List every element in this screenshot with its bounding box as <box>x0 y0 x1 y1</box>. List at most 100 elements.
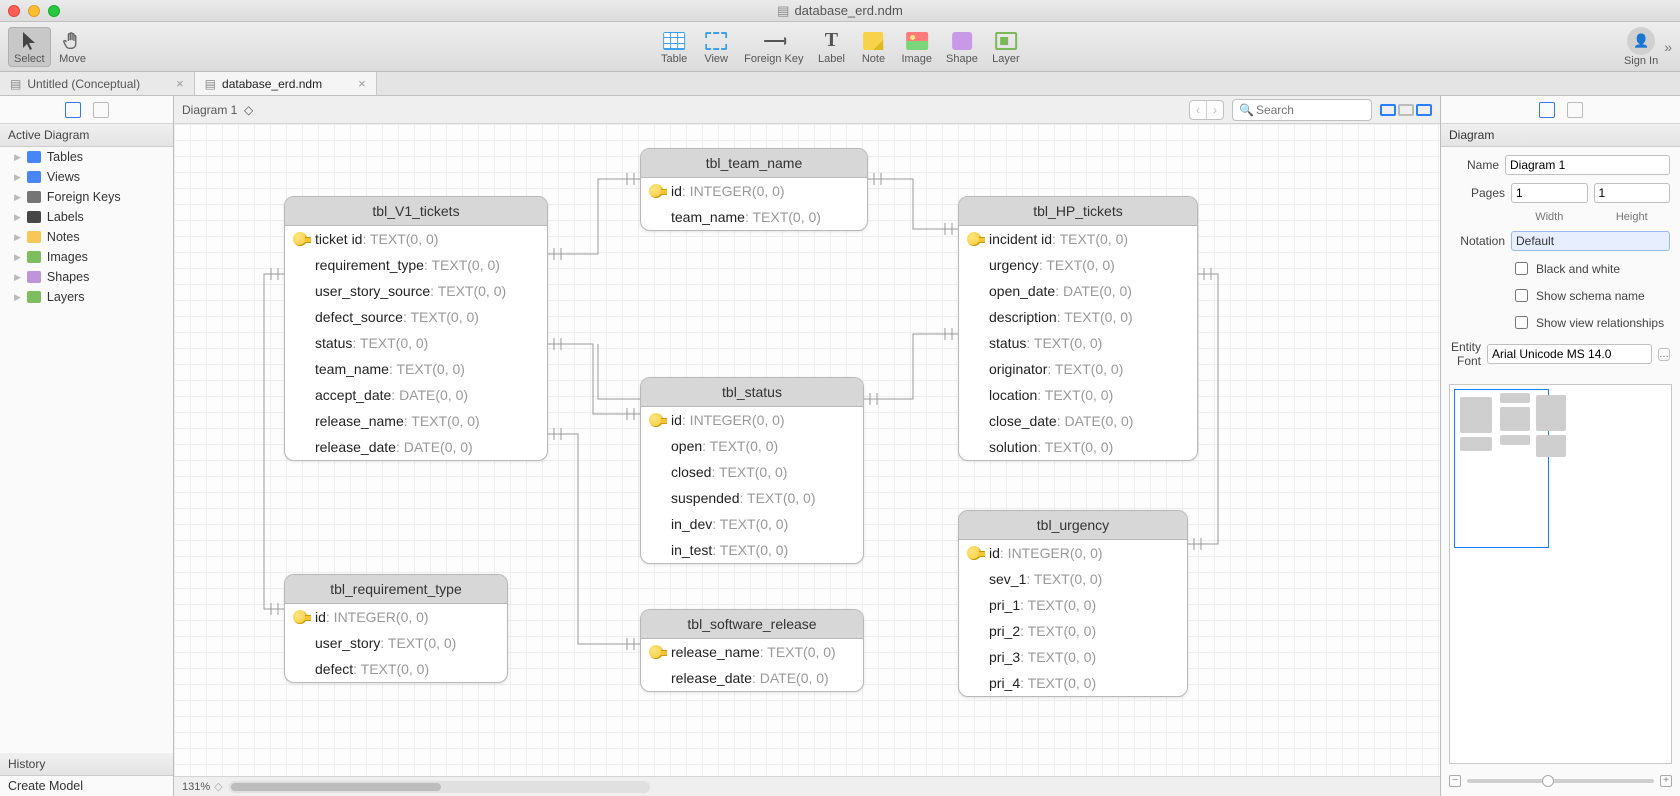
canvas-h-scrollbar[interactable] <box>229 781 650 793</box>
entity-header[interactable]: tbl_team_name <box>641 149 867 178</box>
entity-field[interactable]: closed: TEXT(0, 0) <box>641 459 863 485</box>
entity-header[interactable]: tbl_HP_tickets <box>959 197 1197 226</box>
entity-field[interactable]: release_date: DATE(0, 0) <box>641 665 863 691</box>
entity-field[interactable]: status: TEXT(0, 0) <box>959 330 1197 356</box>
sidebar-item-labels[interactable]: ▶Labels <box>0 207 173 227</box>
inspector-font-input[interactable] <box>1487 344 1652 364</box>
entity-tbl_urgency[interactable]: tbl_urgencyid: INTEGER(0, 0)sev_1: TEXT(… <box>958 510 1188 697</box>
entity-header[interactable]: tbl_software_release <box>641 610 863 639</box>
entity-field[interactable]: status: TEXT(0, 0) <box>285 330 547 356</box>
entity-field[interactable]: release_name: TEXT(0, 0) <box>285 408 547 434</box>
entity-field[interactable]: pri_4: TEXT(0, 0) <box>959 670 1187 696</box>
entity-header[interactable]: tbl_V1_tickets <box>285 197 547 226</box>
entity-field[interactable]: close_date: DATE(0, 0) <box>959 408 1197 434</box>
minimap-zoom-slider[interactable] <box>1467 779 1654 783</box>
minimap-zoom-in-button[interactable]: + <box>1660 775 1672 787</box>
tool-view[interactable]: View <box>696 27 736 67</box>
entity-field[interactable]: id: INTEGER(0, 0) <box>959 540 1187 566</box>
entity-field[interactable]: id: INTEGER(0, 0) <box>285 604 507 630</box>
inspector-pagewidth-input[interactable] <box>1511 183 1588 203</box>
doc-tab[interactable]: ▤database_erd.ndm× <box>195 72 377 95</box>
entity-field[interactable]: pri_3: TEXT(0, 0) <box>959 644 1187 670</box>
entity-field[interactable]: sev_1: TEXT(0, 0) <box>959 566 1187 592</box>
minimap-zoom-out-button[interactable]: − <box>1449 775 1461 787</box>
inspector-font-more-button[interactable]: … <box>1658 348 1670 361</box>
close-tab-icon[interactable]: × <box>358 76 366 91</box>
sidebar-item-views[interactable]: ▶Views <box>0 167 173 187</box>
diagram-canvas[interactable]: tbl_V1_ticketsticket id: TEXT(0, 0)requi… <box>174 124 1440 776</box>
tool-label[interactable]: TLabel <box>811 27 851 67</box>
entity-tbl_status[interactable]: tbl_statusid: INTEGER(0, 0)open: TEXT(0,… <box>640 377 864 564</box>
entity-field[interactable]: in_dev: TEXT(0, 0) <box>641 511 863 537</box>
entity-field[interactable]: requirement_type: TEXT(0, 0) <box>285 252 547 278</box>
sidebar-item-images[interactable]: ▶Images <box>0 247 173 267</box>
search-input[interactable] <box>1254 102 1365 118</box>
diagram-selector[interactable]: Diagram 1 ◇ <box>182 103 253 117</box>
entity-field[interactable]: open_date: DATE(0, 0) <box>959 278 1197 304</box>
entity-field[interactable]: pri_1: TEXT(0, 0) <box>959 592 1187 618</box>
inspector-blackwhite-checkbox[interactable]: Black and white <box>1451 259 1670 278</box>
tool-note[interactable]: Note <box>853 27 893 67</box>
sidebar-mode-diagram-icon[interactable] <box>65 102 81 118</box>
entity-header[interactable]: tbl_urgency <box>959 511 1187 540</box>
entity-field[interactable]: in_test: TEXT(0, 0) <box>641 537 863 563</box>
tool-select[interactable]: Select <box>8 27 51 67</box>
entity-field[interactable]: team_name: TEXT(0, 0) <box>641 204 867 230</box>
inspector-mode-properties-icon[interactable] <box>1539 102 1555 118</box>
inspector-pageheight-input[interactable] <box>1594 183 1671 203</box>
entity-header[interactable]: tbl_requirement_type <box>285 575 507 604</box>
entity-field[interactable]: team_name: TEXT(0, 0) <box>285 356 547 382</box>
user-avatar-icon[interactable]: 👤 <box>1627 27 1655 55</box>
entity-tbl_V1_tickets[interactable]: tbl_V1_ticketsticket id: TEXT(0, 0)requi… <box>284 196 548 461</box>
entity-field[interactable]: release_name: TEXT(0, 0) <box>641 639 863 665</box>
toggle-left-pane-icon[interactable] <box>1380 104 1396 116</box>
sidebar-item-shapes[interactable]: ▶Shapes <box>0 267 173 287</box>
entity-field[interactable]: location: TEXT(0, 0) <box>959 382 1197 408</box>
toggle-right-pane-icon[interactable] <box>1416 104 1432 116</box>
entity-field[interactable]: defect_source: TEXT(0, 0) <box>285 304 547 330</box>
entity-tbl_team_name[interactable]: tbl_team_nameid: INTEGER(0, 0)team_name:… <box>640 148 868 231</box>
zoom-level[interactable]: 131% <box>182 781 210 793</box>
history-item[interactable]: Create Model <box>0 776 173 796</box>
inspector-name-input[interactable] <box>1505 155 1670 175</box>
entity-field[interactable]: open: TEXT(0, 0) <box>641 433 863 459</box>
close-tab-icon[interactable]: × <box>176 76 184 91</box>
toolbar-overflow-icon[interactable]: » <box>1664 39 1672 55</box>
entity-tbl_requirement_type[interactable]: tbl_requirement_typeid: INTEGER(0, 0)use… <box>284 574 508 683</box>
minimap[interactable] <box>1449 384 1672 764</box>
entity-field[interactable]: incident id: TEXT(0, 0) <box>959 226 1197 252</box>
entity-header[interactable]: tbl_status <box>641 378 863 407</box>
canvas-search[interactable]: 🔍 <box>1232 99 1372 121</box>
entity-field[interactable]: defect: TEXT(0, 0) <box>285 656 507 682</box>
entity-field[interactable]: pri_2: TEXT(0, 0) <box>959 618 1187 644</box>
sidebar-item-notes[interactable]: ▶Notes <box>0 227 173 247</box>
sidebar-item-foreign-keys[interactable]: ▶Foreign Keys <box>0 187 173 207</box>
inspector-schemaname-checkbox[interactable]: Show schema name <box>1451 286 1670 305</box>
entity-field[interactable]: id: INTEGER(0, 0) <box>641 178 867 204</box>
entity-field[interactable]: originator: TEXT(0, 0) <box>959 356 1197 382</box>
entity-field[interactable]: user_story_source: TEXT(0, 0) <box>285 278 547 304</box>
nav-back-forward[interactable]: ‹› <box>1189 100 1224 120</box>
entity-field[interactable]: user_story: TEXT(0, 0) <box>285 630 507 656</box>
tool-layer[interactable]: Layer <box>986 27 1026 67</box>
tool-foreign-key[interactable]: Foreign Key <box>738 27 809 67</box>
tool-table[interactable]: Table <box>654 27 694 67</box>
tool-image[interactable]: Image <box>895 27 938 67</box>
entity-field[interactable]: id: INTEGER(0, 0) <box>641 407 863 433</box>
entity-field[interactable]: release_date: DATE(0, 0) <box>285 434 547 460</box>
entity-tbl_HP_tickets[interactable]: tbl_HP_ticketsincident id: TEXT(0, 0)urg… <box>958 196 1198 461</box>
entity-field[interactable]: description: TEXT(0, 0) <box>959 304 1197 330</box>
entity-field[interactable]: suspended: TEXT(0, 0) <box>641 485 863 511</box>
signin-label[interactable]: Sign In <box>1624 55 1658 67</box>
inspector-viewrel-checkbox[interactable]: Show view relationships <box>1451 313 1670 332</box>
entity-tbl_software_release[interactable]: tbl_software_releaserelease_name: TEXT(0… <box>640 609 864 692</box>
inspector-notation-select[interactable]: Default <box>1511 231 1670 251</box>
entity-field[interactable]: accept_date: DATE(0, 0) <box>285 382 547 408</box>
sidebar-item-layers[interactable]: ▶Layers <box>0 287 173 307</box>
entity-field[interactable]: ticket id: TEXT(0, 0) <box>285 226 547 252</box>
entity-field[interactable]: solution: TEXT(0, 0) <box>959 434 1197 460</box>
tool-shape[interactable]: Shape <box>940 27 984 67</box>
tool-move[interactable]: Move <box>53 27 93 67</box>
sidebar-mode-list-icon[interactable] <box>93 102 109 118</box>
doc-tab[interactable]: ▤Untitled (Conceptual)× <box>0 72 195 95</box>
